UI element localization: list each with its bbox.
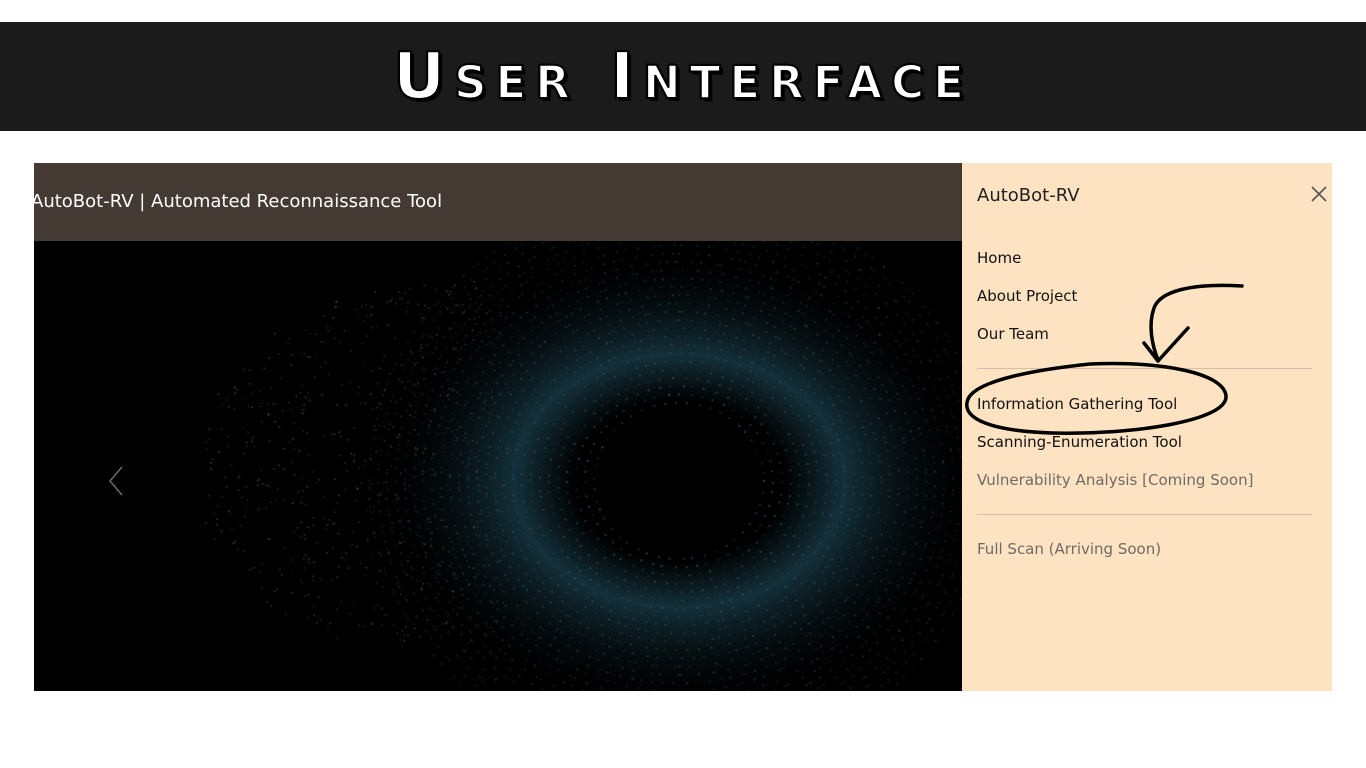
hero-carousel <box>34 241 962 691</box>
divider <box>977 368 1312 369</box>
title-banner: User Interface <box>0 22 1366 131</box>
divider <box>977 514 1312 515</box>
chevron-left-icon <box>109 466 123 496</box>
banner-title: User Interface <box>392 39 973 114</box>
hand-drawn-annotation <box>965 283 1244 435</box>
carousel-prev-button[interactable] <box>96 451 136 511</box>
close-button[interactable] <box>1308 183 1330 205</box>
cyber-eye-image <box>205 241 962 691</box>
nav-vulnerability-analysis[interactable]: Vulnerability Analysis [Coming Soon] <box>977 471 1253 489</box>
nav-about-project[interactable]: About Project <box>977 287 1077 305</box>
nav-information-gathering-tool[interactable]: Information Gathering Tool <box>977 395 1177 413</box>
app-title: AutoBot-RV | Automated Reconnaissance To… <box>34 191 443 212</box>
nav-home[interactable]: Home <box>977 249 1021 267</box>
close-icon <box>1311 186 1327 202</box>
sidebar-brand: AutoBot-RV <box>977 185 1080 206</box>
nav-our-team[interactable]: Our Team <box>977 325 1049 343</box>
app-header: AutoBot-RV | Automated Reconnaissance To… <box>34 163 962 241</box>
nav-scanning-enumeration-tool[interactable]: Scanning-Enumeration Tool <box>977 433 1182 451</box>
offcanvas-sidebar: AutoBot-RV Home About Project Our Team I… <box>962 163 1332 691</box>
nav-full-scan[interactable]: Full Scan (Arriving Soon) <box>977 540 1161 558</box>
app-screenshot: AutoBot-RV | Automated Reconnaissance To… <box>34 163 1332 691</box>
